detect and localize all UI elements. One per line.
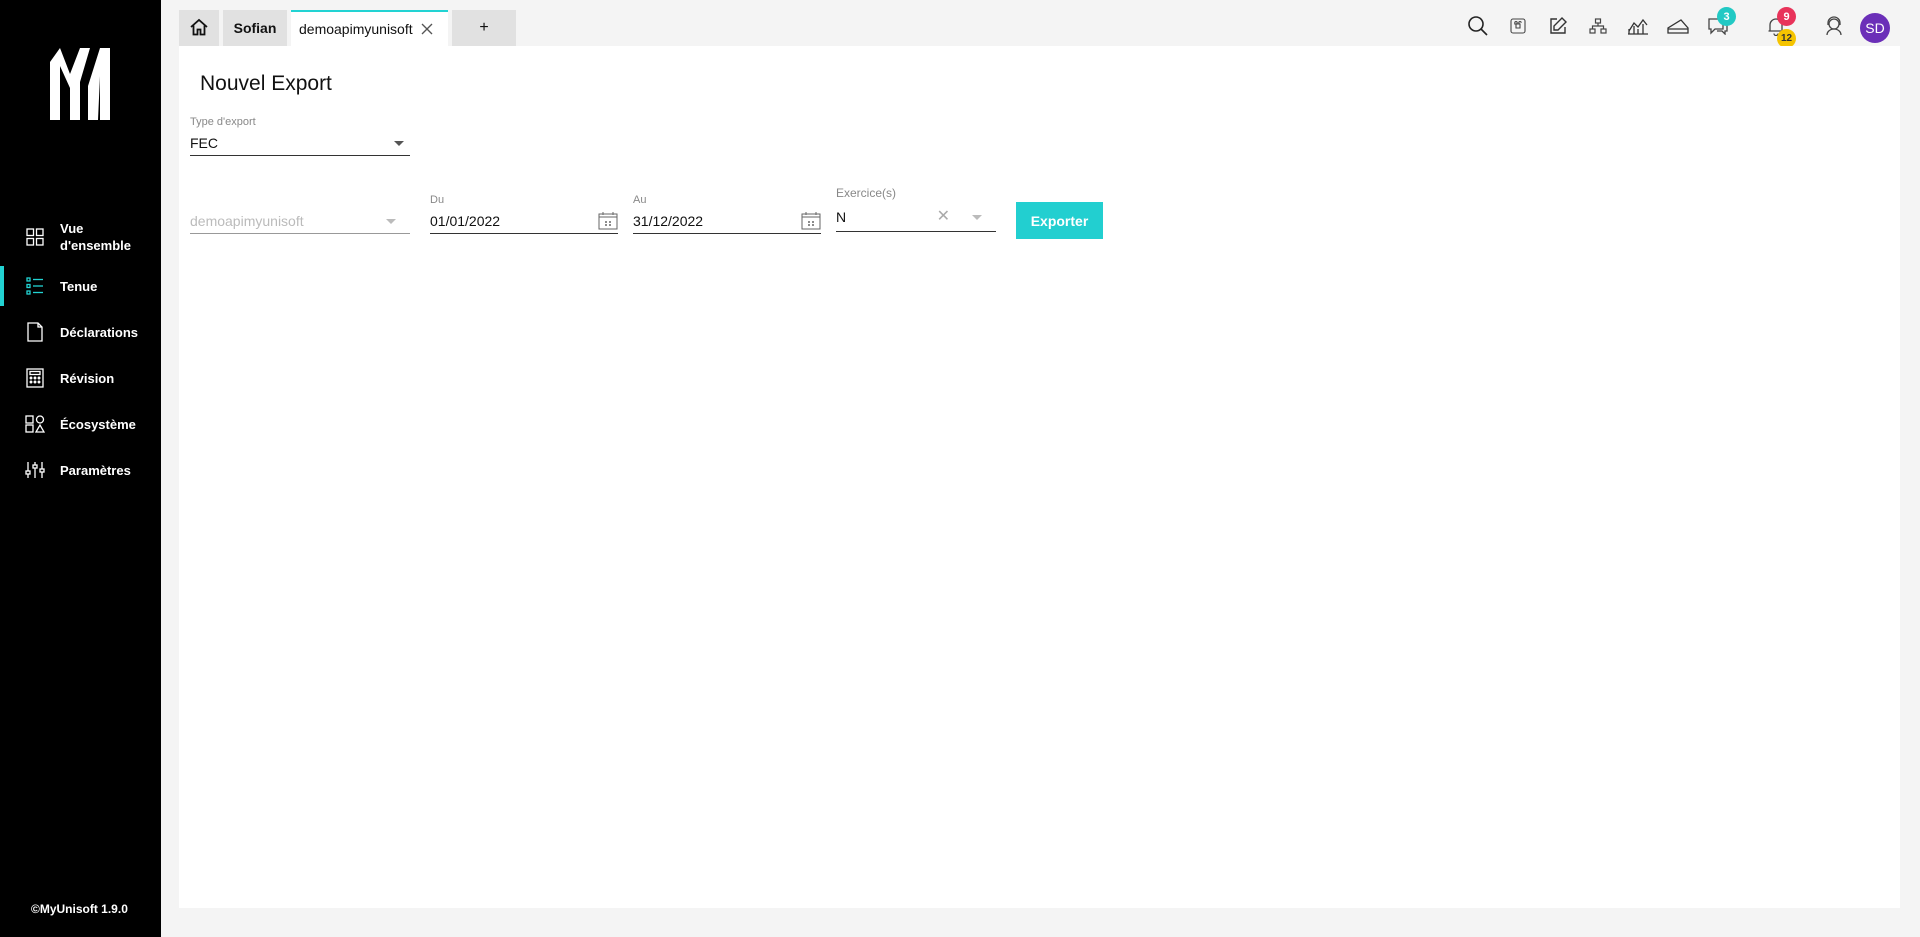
date-to-value: 31/12/2022 <box>633 212 704 229</box>
home-icon <box>189 18 209 39</box>
brand-logo[interactable] <box>50 48 110 120</box>
date-from-input[interactable]: 01/01/2022 <box>430 208 618 234</box>
date-to-label: Au <box>633 194 647 206</box>
scanner-icon <box>1667 18 1689 39</box>
calendar-icon[interactable] <box>598 212 618 233</box>
tab-home[interactable] <box>179 10 219 46</box>
sidebar-item-label: Écosystème <box>60 416 136 432</box>
sidebar-nav: Vue d'ensemble Tenue Déclarations Révisi… <box>0 218 161 480</box>
list-icon <box>25 276 45 296</box>
edit-button[interactable] <box>1538 12 1578 44</box>
date-from-field: Du 01/01/2022 <box>430 194 618 234</box>
export-button[interactable]: Exporter <box>1016 202 1103 239</box>
date-to-input[interactable]: 31/12/2022 <box>633 208 821 234</box>
network-icon <box>1589 17 1607 39</box>
sidebar-item-vue-ensemble[interactable]: Vue d'ensemble <box>0 218 161 256</box>
exercise-value: N <box>836 208 847 225</box>
sidebar-item-label: Paramètres <box>60 462 131 478</box>
exercise-select[interactable]: N ✕ <box>836 202 996 232</box>
export-type-field: Type d'export FEC <box>190 116 410 156</box>
main-panel: Nouvel Export Type d'export FEC demoapim… <box>179 46 1900 908</box>
chevron-down-icon <box>386 219 396 224</box>
page-title: Nouvel Export <box>200 72 332 95</box>
analytics-button[interactable] <box>1618 12 1658 44</box>
sidebar-item-declarations[interactable]: Déclarations <box>0 322 161 342</box>
network-button[interactable] <box>1578 12 1618 44</box>
tab-bar: Sofian demoapimyunisoft + <box>179 10 516 46</box>
command-icon <box>1510 17 1526 39</box>
command-button[interactable] <box>1498 12 1538 44</box>
close-icon[interactable] <box>421 23 433 35</box>
sidebar-item-revision[interactable]: Révision <box>0 368 161 388</box>
sidebar-item-parametres[interactable]: Paramètres <box>0 460 161 480</box>
sliders-icon <box>25 460 45 480</box>
support-button[interactable] <box>1814 12 1854 44</box>
exercise-field: Exercice(s) N ✕ <box>836 186 996 232</box>
search-icon <box>1467 15 1489 42</box>
tab-user[interactable]: Sofian <box>223 10 287 46</box>
dossier-value: demoapimyunisoft <box>190 212 304 229</box>
sidebar-item-ecosysteme[interactable]: Écosystème <box>0 414 161 434</box>
export-type-label: Type d'export <box>190 116 256 128</box>
top-toolbar: 3 9 12 SD <box>1458 7 1890 48</box>
date-to-field: Au 31/12/2022 <box>633 194 821 234</box>
chevron-down-icon <box>972 215 982 220</box>
chart-icon <box>1627 17 1649 40</box>
calendar-icon[interactable] <box>801 212 821 233</box>
sidebar-item-tenue[interactable]: Tenue <box>0 266 161 306</box>
grid-icon <box>25 227 45 247</box>
chevron-down-icon <box>394 141 404 146</box>
notification-badge: 9 <box>1777 7 1796 26</box>
document-icon <box>25 322 45 342</box>
tab-label: demoapimyunisoft <box>299 21 413 37</box>
ecosystem-icon <box>25 414 45 434</box>
chat-badge: 3 <box>1717 7 1736 26</box>
clear-icon[interactable]: ✕ <box>937 206 950 226</box>
export-type-value: FEC <box>190 134 218 151</box>
tab-current-dossier[interactable]: demoapimyunisoft <box>291 10 448 46</box>
date-from-value: 01/01/2022 <box>430 212 501 229</box>
date-from-label: Du <box>430 194 445 206</box>
notifications-button[interactable]: 9 12 <box>1756 7 1796 48</box>
sidebar-item-label: Vue d'ensemble <box>60 221 132 253</box>
add-tab-button[interactable]: + <box>452 10 516 46</box>
exercise-label: Exercice(s) <box>836 186 897 200</box>
scanner-button[interactable] <box>1658 12 1698 44</box>
sidebar-item-label: Tenue <box>60 278 98 294</box>
chat-button[interactable]: 3 <box>1698 7 1738 44</box>
sidebar-item-label: Déclarations <box>60 324 139 340</box>
edit-icon <box>1548 16 1568 41</box>
sidebar-item-label: Révision <box>60 370 115 386</box>
search-button[interactable] <box>1458 12 1498 44</box>
support-icon <box>1824 15 1844 41</box>
app-version: ©MyUnisoft 1.9.0 <box>31 902 128 916</box>
calculator-icon <box>25 368 45 388</box>
export-type-select[interactable]: FEC <box>190 130 410 156</box>
sidebar: Vue d'ensemble Tenue Déclarations Révisi… <box>0 0 161 937</box>
dossier-field: demoapimyunisoft <box>190 194 410 234</box>
dossier-select: demoapimyunisoft <box>190 208 410 234</box>
avatar[interactable]: SD <box>1860 13 1890 43</box>
